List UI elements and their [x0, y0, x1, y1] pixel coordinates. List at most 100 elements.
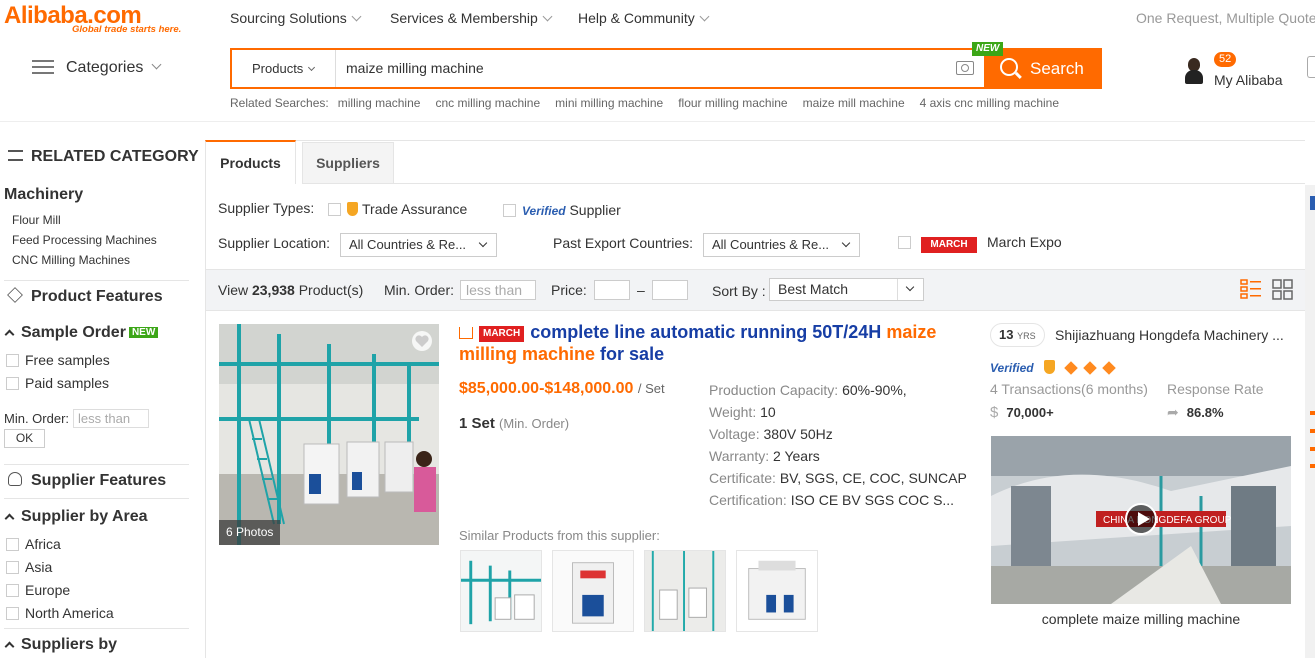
- supplier-features-title: Supplier Features: [8, 471, 166, 490]
- similar-products-label: Similar Products from this supplier:: [459, 528, 660, 543]
- sidebar-min-order: Min. Order: less than: [4, 409, 150, 428]
- similar-product-thumb[interactable]: [736, 550, 818, 632]
- similar-product-thumb[interactable]: [552, 550, 634, 632]
- crown-icon: [459, 327, 473, 339]
- tab-products[interactable]: Products: [205, 140, 296, 184]
- play-icon[interactable]: [1125, 503, 1157, 535]
- list-view-icon[interactable]: [1240, 279, 1262, 299]
- related-search-link[interactable]: 4 axis cnc milling machine: [920, 96, 1059, 110]
- related-search-link[interactable]: milling machine: [338, 96, 421, 110]
- checkbox[interactable]: [503, 204, 516, 217]
- related-search-link[interactable]: maize mill machine: [803, 96, 905, 110]
- search-type-select[interactable]: Products: [232, 50, 336, 87]
- photo-count[interactable]: 6 Photos: [219, 520, 281, 545]
- attr-weight: Weight: 10: [709, 404, 776, 420]
- tab-divider: [394, 183, 1305, 184]
- suppliers-by-title[interactable]: Suppliers by: [4, 636, 117, 654]
- cart-icon[interactable]: [1307, 56, 1315, 78]
- subcategory-link[interactable]: Feed Processing Machines: [12, 233, 157, 247]
- search-input[interactable]: [346, 50, 946, 87]
- ok-button[interactable]: OK: [4, 429, 45, 448]
- notification-count[interactable]: 52: [1214, 52, 1237, 67]
- chevron-up-icon: [4, 641, 15, 652]
- sort-select[interactable]: Best Match: [769, 278, 924, 301]
- filter-march-expo[interactable]: MARCH March Expo: [898, 234, 1062, 253]
- product-title[interactable]: MARCH complete line automatic running 50T…: [459, 322, 954, 365]
- min-order-input[interactable]: less than: [73, 409, 150, 428]
- product-features-title: Product Features: [7, 287, 163, 306]
- similar-product-thumb[interactable]: [460, 550, 542, 632]
- divider: [4, 498, 189, 499]
- filter-verified-supplier[interactable]: Verified Supplier: [503, 202, 621, 218]
- product-image[interactable]: [219, 324, 439, 545]
- supplier-by-area-title[interactable]: Supplier by Area: [4, 508, 148, 526]
- header-divider: [0, 121, 1315, 122]
- checkbox[interactable]: [6, 584, 19, 597]
- categories-menu[interactable]: Categories: [32, 58, 162, 77]
- related-search-link[interactable]: flour milling machine: [678, 96, 787, 110]
- filter-area-asia[interactable]: Asia: [6, 559, 52, 575]
- attr-production-capacity: Production Capacity: 60%-90%,: [709, 382, 907, 398]
- price-max-input[interactable]: [652, 280, 688, 300]
- tab-suppliers[interactable]: Suppliers: [302, 142, 394, 184]
- chevron-down-icon: [542, 11, 553, 22]
- past-export-label: Past Export Countries:: [553, 235, 694, 251]
- min-order-label: Min. Order:: [4, 411, 70, 426]
- checkbox[interactable]: [6, 538, 19, 551]
- chevron-up-icon: [4, 513, 15, 524]
- attr-warranty: Warranty: 2 Years: [709, 448, 820, 464]
- filter-free-samples[interactable]: Free samples: [6, 352, 110, 368]
- nav-help-community[interactable]: Help & Community: [578, 10, 710, 26]
- nav-services-membership[interactable]: Services & Membership: [390, 10, 553, 26]
- response-rate-value: ➦ 86.8%: [1167, 404, 1224, 420]
- checkbox[interactable]: [6, 377, 19, 390]
- divider: [4, 280, 189, 281]
- favorite-heart-icon[interactable]: [412, 331, 432, 351]
- transactions-label: 4 Transactions(6 months): [990, 381, 1148, 397]
- similar-product-thumb[interactable]: [644, 550, 726, 632]
- reply-arrow-icon: ➦: [1167, 404, 1179, 420]
- checkbox[interactable]: [6, 561, 19, 574]
- nav-sourcing-solutions[interactable]: Sourcing Solutions: [230, 10, 362, 26]
- price-min-input[interactable]: [594, 280, 630, 300]
- diamond-icon: [1083, 361, 1098, 375]
- video-caption[interactable]: complete maize milling machine: [991, 611, 1291, 627]
- filter-area-europe[interactable]: Europe: [6, 582, 70, 598]
- sample-order-title[interactable]: Sample Order NEW: [4, 324, 159, 342]
- past-export-select[interactable]: All Countries & Re...: [703, 233, 860, 257]
- min-order-filter-label: Min. Order:: [384, 282, 455, 298]
- list-icon: [8, 150, 23, 161]
- related-searches: Related Searches: milling machine cnc mill…: [230, 96, 1071, 110]
- checkbox[interactable]: [898, 236, 911, 249]
- trade-assurance-icon: [1043, 360, 1055, 374]
- avatar[interactable]: [1183, 58, 1205, 84]
- checkbox[interactable]: [6, 607, 19, 620]
- min-order-filter-input[interactable]: less than: [460, 280, 536, 300]
- supplier-location-label: Supplier Location:: [218, 235, 331, 251]
- category-machinery[interactable]: Machinery: [4, 186, 83, 204]
- subcategory-link[interactable]: Flour Mill: [12, 213, 61, 227]
- supplier-name-link[interactable]: Shijiazhuang Hongdefa Machinery ...: [1055, 327, 1284, 343]
- related-search-link[interactable]: mini milling machine: [555, 96, 663, 110]
- camera-icon[interactable]: [956, 61, 974, 75]
- one-request-link[interactable]: One Request, Multiple Quotes: [1136, 10, 1315, 26]
- march-expo-logo: MARCH: [921, 237, 977, 253]
- grid-view-icon[interactable]: [1272, 279, 1293, 300]
- chevron-down-icon: [841, 238, 851, 248]
- related-search-link[interactable]: cnc milling machine: [435, 96, 540, 110]
- alibaba-logo[interactable]: Alibaba.com Global trade starts here.: [4, 2, 204, 38]
- supplier-types-label: Supplier Types:: [218, 200, 315, 216]
- subcategory-link[interactable]: CNC Milling Machines: [12, 253, 130, 267]
- filter-area-north-america[interactable]: North America: [6, 605, 114, 621]
- my-alibaba-link[interactable]: My Alibaba: [1214, 72, 1282, 88]
- checkbox[interactable]: [328, 203, 341, 216]
- chevron-up-icon: [4, 329, 15, 340]
- checkbox[interactable]: [6, 354, 19, 367]
- supplier-badges: Verified: [990, 358, 1117, 375]
- chevron-down-icon: [151, 59, 162, 70]
- transaction-value: $70,000+: [990, 404, 1054, 421]
- filter-paid-samples[interactable]: Paid samples: [6, 375, 109, 391]
- filter-trade-assurance[interactable]: Trade Assurance: [328, 200, 467, 217]
- filter-area-africa[interactable]: Africa: [6, 536, 61, 552]
- supplier-location-select[interactable]: All Countries & Re...: [340, 233, 497, 257]
